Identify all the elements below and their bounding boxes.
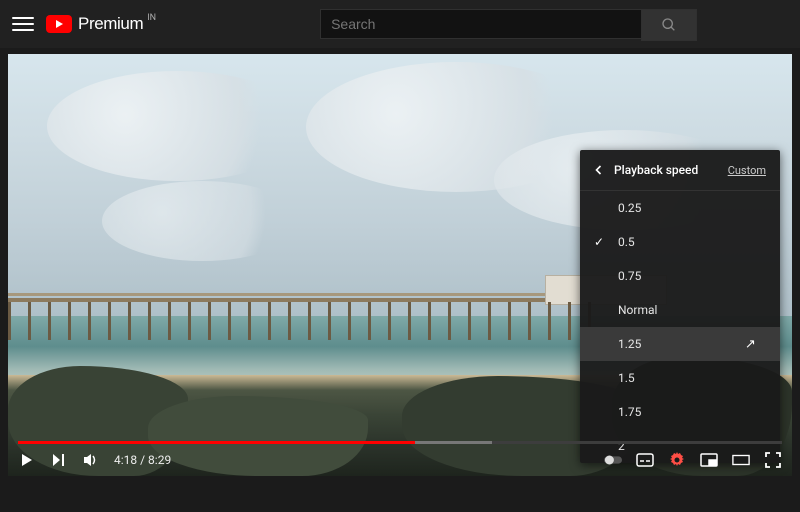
gear-icon (669, 452, 685, 468)
miniplayer-icon (700, 453, 718, 467)
cursor-icon: ↖ (745, 337, 756, 352)
play-button[interactable] (18, 451, 36, 469)
top-header: Premium IN (0, 0, 800, 48)
fullscreen-button[interactable] (764, 451, 782, 469)
current-time: 4:18 (114, 453, 137, 467)
brand-text: Premium (78, 14, 143, 34)
player-controls: 4:18 / 8:29 (18, 444, 782, 476)
country-code: IN (147, 13, 156, 23)
autoplay-toggle[interactable] (604, 451, 622, 469)
volume-icon (82, 451, 100, 469)
autoplay-icon (604, 454, 622, 466)
theater-icon (732, 454, 750, 466)
fullscreen-icon (765, 452, 781, 468)
playback-speed-menu: Playback speed Custom 0.250.50.75Normal1… (580, 150, 780, 463)
video-player[interactable]: Playback speed Custom 0.250.50.75Normal1… (8, 54, 792, 476)
youtube-logo[interactable]: Premium IN (46, 14, 158, 34)
playback-speed-title: Playback speed (614, 163, 728, 177)
speed-option[interactable]: 1.75 (580, 395, 780, 429)
speed-option[interactable]: 0.5 (580, 225, 780, 259)
speed-option[interactable]: 0.25 (580, 191, 780, 225)
speed-option[interactable]: Normal (580, 293, 780, 327)
next-button[interactable] (50, 451, 68, 469)
playback-speed-menu-header: Playback speed Custom (580, 150, 780, 191)
hamburger-menu-button[interactable] (12, 13, 34, 35)
theater-button[interactable] (732, 451, 750, 469)
miniplayer-button[interactable] (700, 451, 718, 469)
chevron-left-icon (594, 165, 604, 175)
subtitles-icon (636, 453, 654, 467)
search-button[interactable] (641, 9, 697, 41)
duration: 8:29 (148, 453, 171, 467)
subtitles-button[interactable] (636, 451, 654, 469)
youtube-play-icon (46, 15, 72, 33)
volume-button[interactable] (82, 451, 100, 469)
settings-button[interactable] (668, 451, 686, 469)
next-icon (51, 452, 67, 468)
playback-speed-custom-link[interactable]: Custom (728, 164, 766, 177)
speed-option[interactable]: 1.25↖ (580, 327, 780, 361)
play-icon (19, 452, 35, 468)
search-bar (320, 9, 697, 39)
search-icon (661, 17, 677, 33)
time-display: 4:18 / 8:29 (114, 453, 171, 467)
speed-option[interactable]: 0.75 (580, 259, 780, 293)
search-input[interactable] (320, 9, 641, 39)
menu-back-button[interactable] (594, 165, 604, 175)
speed-option[interactable]: 1.5 (580, 361, 780, 395)
